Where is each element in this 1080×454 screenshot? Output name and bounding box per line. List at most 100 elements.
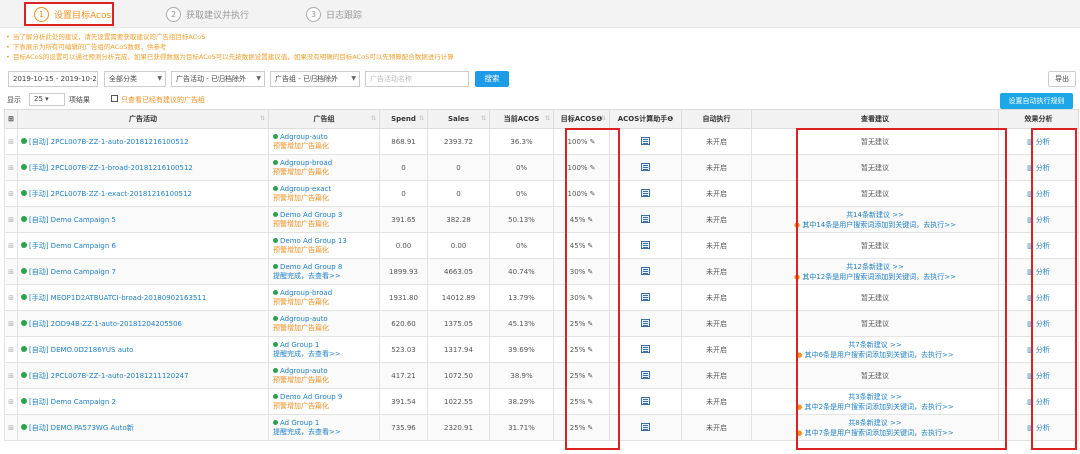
- acos-calculator-cell[interactable]: [609, 258, 682, 285]
- step-log-tracking[interactable]: 3 日志跟踪: [306, 4, 362, 24]
- analysis-link[interactable]: ▥ 分析: [998, 284, 1079, 311]
- campaign-link[interactable]: [自动] Demo Campaign 7: [17, 258, 269, 285]
- row-expand-toggle[interactable]: ⊞: [4, 258, 18, 285]
- campaign-link[interactable]: [手动] Demo Campaign 6: [17, 232, 269, 259]
- campaign-link[interactable]: [自动] 2PCL007B-ZZ-1-auto-20181211120247: [17, 362, 269, 389]
- analysis-link[interactable]: ▥ 分析: [998, 180, 1079, 207]
- campaign-link[interactable]: [自动] 2PCL007B-ZZ-1-auto-20181216100512: [17, 128, 269, 155]
- col-current-acos[interactable]: 当前ACOS ⇅: [489, 109, 554, 129]
- calculator-icon[interactable]: [641, 214, 650, 223]
- acos-calculator-cell[interactable]: [609, 414, 682, 441]
- suggestion-detail-link[interactable]: ● 其中6条是用户搜索词添加到关键词，去执行>>: [753, 350, 998, 360]
- adgroup-reminder[interactable]: 提醒完成，去查看>>: [273, 272, 379, 281]
- adgroup-link[interactable]: Adgroup-broad: [273, 159, 379, 168]
- campaign-status-select[interactable]: 广告活动 - 已归档除外 ▼: [171, 71, 265, 87]
- analysis-link[interactable]: ▥ 分析: [998, 232, 1079, 259]
- date-range-picker[interactable]: 2019-10-15 - 2019-10-2: [8, 71, 98, 87]
- col-campaign[interactable]: 广告活动 ⇅: [17, 109, 269, 129]
- suggestion-summary[interactable]: 共3条新建议 >>: [753, 392, 998, 402]
- row-expand-toggle[interactable]: ⊞: [4, 206, 18, 233]
- export-button[interactable]: 导出: [1048, 71, 1076, 87]
- acos-calculator-cell[interactable]: [609, 388, 682, 415]
- row-expand-toggle[interactable]: ⊞: [4, 310, 18, 337]
- row-expand-toggle[interactable]: ⊞: [4, 128, 18, 155]
- row-expand-toggle[interactable]: ⊞: [4, 154, 18, 181]
- auto-execute-rules-button[interactable]: 设置自动执行规则: [1000, 93, 1073, 109]
- calculator-icon[interactable]: [641, 240, 650, 249]
- pencil-icon[interactable]: ✎: [590, 190, 596, 198]
- acos-calculator-cell[interactable]: [609, 154, 682, 181]
- pencil-icon[interactable]: ✎: [587, 398, 593, 406]
- adgroup-reminder[interactable]: 预警增加广告篇化: [273, 220, 379, 229]
- adgroup-link[interactable]: Demo Ad Group 8: [273, 263, 379, 272]
- target-acos-cell[interactable]: 45% ✎: [553, 232, 610, 259]
- row-expand-toggle[interactable]: ⊞: [4, 362, 18, 389]
- adgroup-reminder[interactable]: 预警增加广告篇化: [273, 402, 379, 411]
- step-get-suggestions[interactable]: 2 获取建议并执行: [166, 4, 249, 24]
- acos-calculator-cell[interactable]: [609, 336, 682, 363]
- pencil-icon[interactable]: ✎: [587, 294, 593, 302]
- row-expand-toggle[interactable]: ⊞: [4, 180, 18, 207]
- target-acos-cell[interactable]: 100% ✎: [553, 154, 610, 181]
- row-expand-toggle[interactable]: ⊞: [4, 336, 18, 363]
- pencil-icon[interactable]: ✎: [587, 320, 593, 328]
- target-acos-cell[interactable]: 30% ✎: [553, 284, 610, 311]
- suggestion-summary[interactable]: 共7条新建议 >>: [753, 340, 998, 350]
- campaign-link[interactable]: [自动] 2OD94B-ZZ-1-auto-20181204205506: [17, 310, 269, 337]
- row-expand-toggle[interactable]: ⊞: [4, 414, 18, 441]
- adgroup-reminder[interactable]: 预警增加广告篇化: [273, 246, 379, 255]
- adgroup-link[interactable]: Demo Ad Group 13: [273, 237, 379, 246]
- adgroup-reminder[interactable]: 预警增加广告篇化: [273, 298, 379, 307]
- pencil-icon[interactable]: ✎: [587, 346, 593, 354]
- calculator-icon[interactable]: [641, 318, 650, 327]
- calculator-icon[interactable]: [641, 162, 650, 171]
- campaign-link[interactable]: [手动] MEOP1D2ATBUATCI-broad-2018090216351…: [17, 284, 269, 311]
- analysis-link[interactable]: ▥ 分析: [998, 310, 1079, 337]
- acos-calculator-cell[interactable]: [609, 310, 682, 337]
- analysis-link[interactable]: ▥ 分析: [998, 128, 1079, 155]
- suggestion-detail-link[interactable]: ● 其中7条是用户搜索词添加到关键词，去执行>>: [753, 428, 998, 438]
- acos-calculator-cell[interactable]: [609, 180, 682, 207]
- row-expand-toggle[interactable]: ⊞: [4, 388, 18, 415]
- group-status-select[interactable]: 广告组 - 已归档除外 ▼: [270, 71, 360, 87]
- calculator-icon[interactable]: [641, 370, 650, 379]
- page-size-select[interactable]: 25 ▾: [29, 93, 65, 106]
- analysis-link[interactable]: ▥ 分析: [998, 206, 1079, 233]
- pencil-icon[interactable]: ✎: [587, 372, 593, 380]
- suggestion-summary[interactable]: 共12条新建议 >>: [753, 262, 998, 272]
- adgroup-link[interactable]: Adgroup-auto: [273, 315, 379, 324]
- adgroup-link[interactable]: Ad Group 1: [273, 341, 379, 350]
- adgroup-link[interactable]: Adgroup-auto: [273, 133, 379, 142]
- calculator-icon[interactable]: [641, 136, 650, 145]
- row-expand-toggle[interactable]: ⊞: [4, 232, 18, 259]
- calculator-icon[interactable]: [641, 266, 650, 275]
- acos-calculator-cell[interactable]: [609, 284, 682, 311]
- target-acos-cell[interactable]: 25% ✎: [553, 388, 610, 415]
- calculator-icon[interactable]: [641, 188, 650, 197]
- adgroup-reminder[interactable]: 预警增加广告篇化: [273, 376, 379, 385]
- target-acos-cell[interactable]: 25% ✎: [553, 414, 610, 441]
- calculator-icon[interactable]: [641, 344, 650, 353]
- adgroup-reminder[interactable]: 预警增加广告篇化: [273, 142, 379, 151]
- suggestion-summary[interactable]: 共14条新建议 >>: [753, 210, 998, 220]
- adgroup-reminder[interactable]: 预警增加广告篇化: [273, 194, 379, 203]
- target-acos-cell[interactable]: 25% ✎: [553, 362, 610, 389]
- target-acos-cell[interactable]: 25% ✎: [553, 336, 610, 363]
- target-acos-cell[interactable]: 100% ✎: [553, 128, 610, 155]
- target-acos-cell[interactable]: 30% ✎: [553, 258, 610, 285]
- col-adgroup[interactable]: 广告组 ⇅: [268, 109, 380, 129]
- pencil-icon[interactable]: ✎: [590, 138, 596, 146]
- analysis-link[interactable]: ▥ 分析: [998, 388, 1079, 415]
- pencil-icon[interactable]: ✎: [587, 216, 593, 224]
- target-acos-cell[interactable]: 25% ✎: [553, 310, 610, 337]
- campaign-link[interactable]: [手动] 2PCL007B-ZZ-1-exact-20181216100512: [17, 180, 269, 207]
- adgroup-reminder[interactable]: 提醒完成，去查看>>: [273, 350, 379, 359]
- analysis-link[interactable]: ▥ 分析: [998, 258, 1079, 285]
- row-expand-toggle[interactable]: ⊞: [4, 284, 18, 311]
- analysis-link[interactable]: ▥ 分析: [998, 414, 1079, 441]
- target-acos-cell[interactable]: 45% ✎: [553, 206, 610, 233]
- calculator-icon[interactable]: [641, 292, 650, 301]
- campaign-link[interactable]: [自动] DEMO.PA573WG Auto新: [17, 414, 269, 441]
- adgroup-link[interactable]: Demo Ad Group 3: [273, 211, 379, 220]
- pencil-icon[interactable]: ✎: [587, 268, 593, 276]
